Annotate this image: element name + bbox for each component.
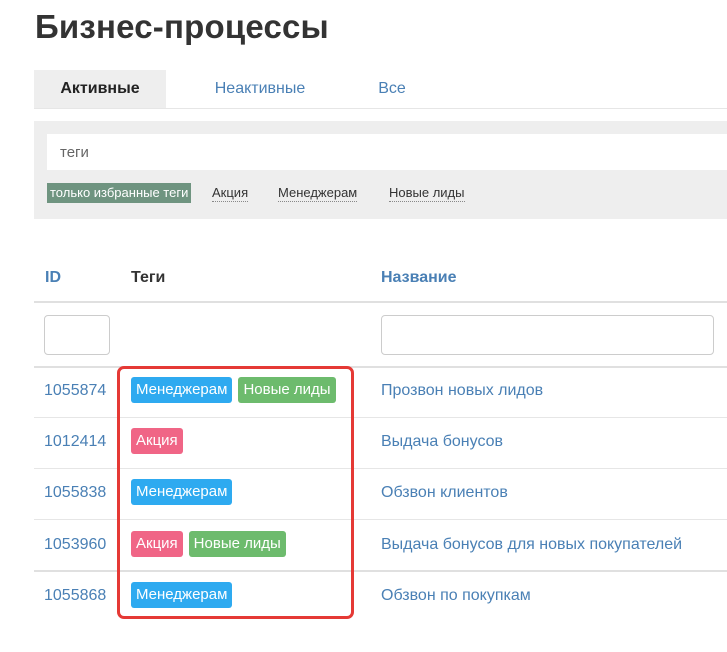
tag-new-leads: Новые лиды (238, 377, 336, 403)
table-row: 1055874 Менеджерам Новые лиды Прозвон нов… (34, 365, 727, 416)
id-filter-input[interactable] (44, 315, 110, 355)
row-tags: Акция Новые лиды (131, 531, 292, 557)
header-divider (34, 301, 727, 303)
process-id-link[interactable]: 1055868 (44, 570, 106, 621)
name-filter-input[interactable] (381, 315, 714, 355)
page-title: Бизнес-процессы (35, 8, 329, 45)
page: Бизнес-процессы Активные Неактивные Все … (0, 0, 727, 652)
tag-akciya: Акция (131, 428, 183, 454)
tags-search-input[interactable] (47, 134, 727, 170)
favorites-only-toggle[interactable]: только избранные теги (47, 183, 192, 203)
tag-managers: Менеджерам (131, 377, 233, 403)
row-tags: Менеджерам (131, 479, 238, 505)
process-name-link[interactable]: Выдача бонусов (381, 416, 503, 467)
tag-new-leads: Новые лиды (188, 531, 286, 557)
tab-all[interactable]: Все (372, 70, 412, 108)
column-header-id[interactable]: ID (45, 268, 61, 288)
table-row: 1055868 Менеджерам Обзвон по покупкам (34, 570, 727, 621)
table-row: 1053960 Акция Новые лиды Выдача бонусов д… (34, 519, 727, 570)
process-id-link[interactable]: 1053960 (44, 519, 106, 570)
tag-managers: Менеджерам (131, 582, 233, 608)
quick-tag-akciya[interactable]: Акция (212, 183, 249, 202)
row-tags: Менеджерам (131, 582, 238, 608)
process-name-link[interactable]: Обзвон клиентов (381, 467, 508, 518)
row-tags: Менеджерам Новые лиды (131, 377, 342, 403)
quick-tag-new-leads[interactable]: Новые лиды (389, 183, 465, 202)
tag-akciya: Акция (131, 531, 183, 557)
process-id-link[interactable]: 1055874 (44, 365, 106, 416)
tag-filter-panel: только избранные теги Акция Менеджерам Н… (34, 121, 727, 219)
table-row: 1012414 Акция Выдача бонусов (34, 416, 727, 467)
column-header-name[interactable]: Название (381, 268, 457, 288)
column-header-tags: Теги (131, 269, 166, 286)
process-name-link[interactable]: Обзвон по покупкам (381, 570, 531, 621)
process-id-link[interactable]: 1012414 (44, 416, 106, 467)
tab-bar: Активные Неактивные Все (34, 70, 727, 109)
process-name-link[interactable]: Прозвон новых лидов (381, 365, 543, 416)
process-name-link[interactable]: Выдача бонусов для новых покупателей (381, 519, 682, 570)
tab-inactive[interactable]: Неактивные (210, 70, 310, 108)
process-id-link[interactable]: 1055838 (44, 467, 106, 518)
row-tags: Акция (131, 428, 189, 454)
tag-managers: Менеджерам (131, 479, 233, 505)
quick-tag-managers[interactable]: Менеджерам (278, 183, 358, 202)
tab-active[interactable]: Активные (34, 70, 166, 108)
table-row: 1055838 Менеджерам Обзвон клиентов (34, 467, 727, 518)
